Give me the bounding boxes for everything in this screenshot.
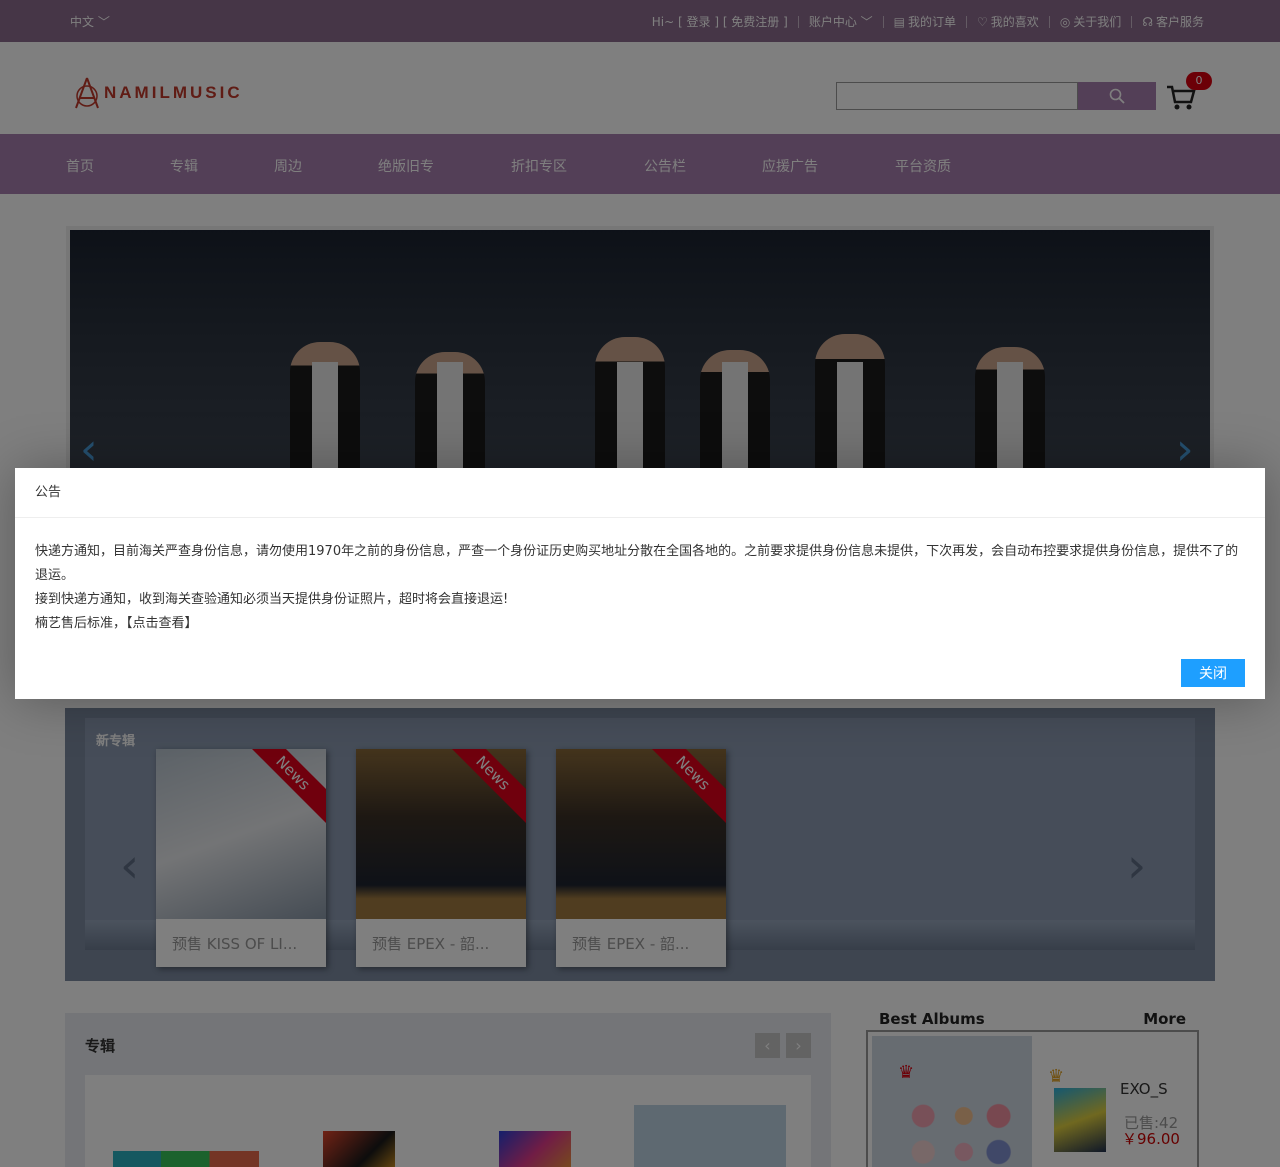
notice-line: 快递方通知，目前海关严查身份信息，请勿使用1970年之前的身份信息，严查一个身份…: [35, 544, 1239, 583]
dialog-body: 快递方通知，目前海关严查身份信息，请勿使用1970年之前的身份信息，严查一个身份…: [15, 518, 1265, 636]
after-sales-link[interactable]: 【点击查看】: [126, 616, 198, 631]
close-button[interactable]: 关闭: [1181, 659, 1245, 687]
after-sales-label: 楠艺售后标准，: [35, 616, 127, 631]
announcement-dialog: 公告 快递方通知，目前海关严查身份信息，请勿使用1970年之前的身份信息，严查一…: [15, 468, 1265, 699]
notice-line: 楠艺售后标准，【点击查看】: [35, 612, 1245, 636]
notice-line: 接到快递方通知，收到海关查验通知必须当天提供身份证照片，超时将会直接退运!: [35, 592, 509, 607]
dialog-title: 公告: [15, 468, 1265, 518]
